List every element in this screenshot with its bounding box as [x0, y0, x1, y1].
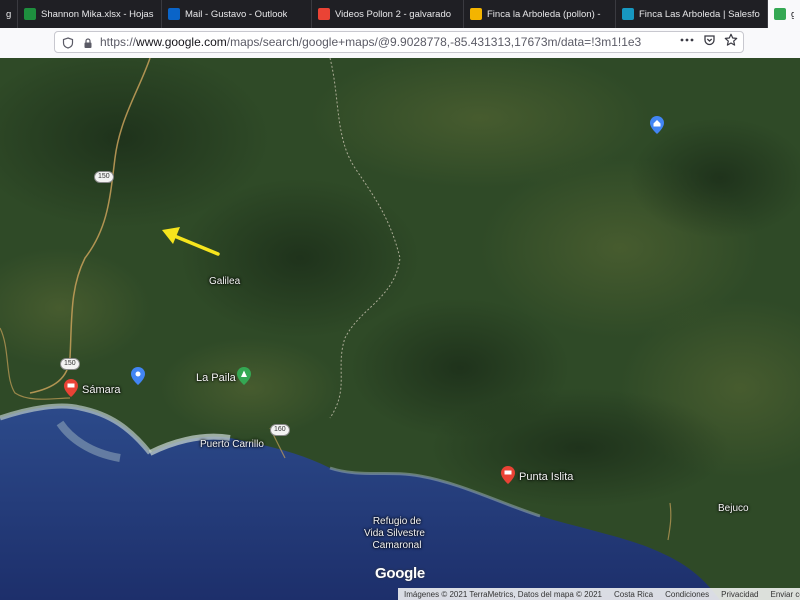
outlook-icon: [168, 8, 180, 20]
tab-1[interactable]: Shannon Mika.xlsx - Hojas de: [18, 0, 162, 28]
tab-strip: g Shannon Mika.xlsx - Hojas de Mail - Gust…: [0, 0, 800, 28]
refugio-line-1: Refugio de: [372, 516, 422, 527]
terms-link[interactable]: Condiciones: [665, 590, 709, 599]
place-pin-icon[interactable]: [131, 367, 145, 385]
gmail-icon: [318, 8, 330, 20]
satellite-map[interactable]: 150 150 160 Galilea Sámara La Paila Puer…: [0, 58, 800, 600]
route-160-shield: 160: [270, 424, 290, 436]
home-pin-icon[interactable]: [650, 116, 664, 134]
tab-3[interactable]: Videos Pollon 2 - galvarado: [312, 0, 464, 28]
place-punta-islita[interactable]: Punta Islita: [519, 471, 573, 483]
sheets-icon: [24, 8, 36, 20]
tab-label: Videos Pollon 2 - galvarado: [335, 8, 452, 20]
route-150-shield-south: 150: [60, 358, 80, 370]
salesforce-icon: [622, 8, 634, 20]
tab-label: Finca la Arboleda (pollon) -: [487, 8, 601, 20]
star-icon[interactable]: [723, 32, 739, 48]
tab-5[interactable]: Finca Las Arboleda | Salesfo: [616, 0, 768, 28]
tab-6[interactable]: goo: [768, 0, 800, 28]
place-galilea[interactable]: Galilea: [209, 276, 240, 287]
place-puerto-carrillo[interactable]: Puerto Carrillo: [200, 439, 264, 450]
place-refugio-camaronal[interactable]: Refugio de Vida Silvestre Camaronal: [364, 516, 425, 552]
tab-label: g: [6, 8, 11, 20]
lock-icon[interactable]: [82, 36, 94, 48]
url-text[interactable]: https://www.google.com/maps/search/googl…: [100, 35, 641, 49]
more-icon[interactable]: [679, 32, 695, 48]
pocket-icon[interactable]: [701, 32, 717, 48]
park-pin-icon[interactable]: [237, 367, 251, 385]
tab-label: Mail - Gustavo - Outlook: [185, 8, 288, 20]
navigation-bar: https://www.google.com/maps/search/googl…: [0, 28, 800, 59]
tab-label: Finca Las Arboleda | Salesfo: [639, 8, 760, 20]
place-bejuco[interactable]: Bejuco: [718, 503, 749, 514]
map-attribution-bar: Imágenes © 2021 TerraMetrics, Datos del …: [398, 588, 800, 600]
url-domain: www.google.com: [136, 35, 227, 49]
tab-0[interactable]: g: [0, 0, 18, 28]
url-bar[interactable]: https://www.google.com/maps/search/googl…: [54, 31, 744, 53]
place-samara[interactable]: Sámara: [82, 384, 121, 396]
refugio-line-2: Vida Silvestre: [364, 528, 425, 539]
privacy-link[interactable]: Privacidad: [721, 590, 758, 599]
tab-4[interactable]: Finca la Arboleda (pollon) -: [464, 0, 616, 28]
route-150-shield: 150: [94, 171, 114, 183]
imagery-credit: Imágenes © 2021 TerraMetrics, Datos del …: [404, 589, 602, 599]
send-feedback-link[interactable]: Enviar com: [770, 590, 800, 599]
drive-icon: [470, 8, 482, 20]
tab-2[interactable]: Mail - Gustavo - Outlook: [162, 0, 312, 28]
tab-label: goo: [791, 8, 794, 20]
shield-icon[interactable]: [62, 36, 74, 49]
country-label: Costa Rica: [613, 589, 654, 599]
refugio-line-3: Camaronal: [372, 540, 422, 551]
maps-icon: [774, 8, 786, 20]
hotel-pin-punta-islita-icon[interactable]: [501, 466, 515, 484]
place-la-paila[interactable]: La Paila: [196, 372, 236, 384]
url-prefix: https://: [100, 35, 137, 49]
hotel-pin-icon[interactable]: [64, 379, 78, 397]
url-path: /maps/search/google+maps/@9.9028778,-85.…: [226, 35, 642, 49]
google-logo: Google: [375, 565, 425, 582]
tab-label: Shannon Mika.xlsx - Hojas de: [41, 8, 155, 20]
